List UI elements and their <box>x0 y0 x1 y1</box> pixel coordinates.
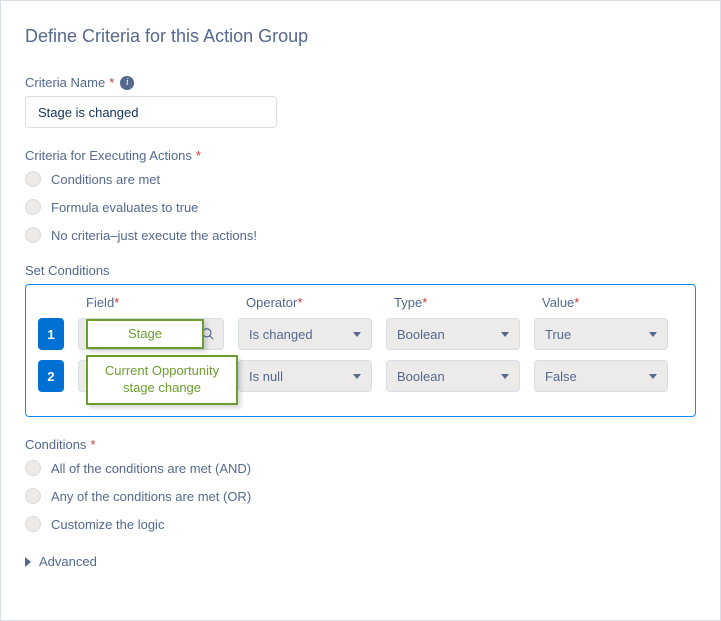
criteria-name-block: Criteria Name * i <box>25 75 696 128</box>
radio-icon <box>25 460 41 476</box>
chevron-down-icon <box>501 374 509 379</box>
chevron-right-icon <box>25 557 31 567</box>
executing-criteria-block: Criteria for Executing Actions * Conditi… <box>25 148 696 243</box>
conditions-logic-label: Conditions * <box>25 437 696 452</box>
chevron-down-icon <box>353 332 361 337</box>
info-icon[interactable]: i <box>120 76 134 90</box>
radio-icon <box>25 171 41 187</box>
col-type: Type* <box>394 295 528 310</box>
criteria-name-label-text: Criteria Name <box>25 75 105 90</box>
executing-criteria-options: Conditions are met Formula evaluates to … <box>25 171 696 243</box>
annotation-current-opportunity-text: Current Opportunity stage change <box>94 363 230 397</box>
operator-value: Is changed <box>249 327 313 342</box>
radio-icon <box>25 488 41 504</box>
col-operator-text: Operator <box>246 295 297 310</box>
operator-select[interactable]: Is null <box>238 360 372 392</box>
conditions-logic-options: All of the conditions are met (AND) Any … <box>25 460 696 532</box>
radio-conditions-met[interactable]: Conditions are met <box>25 171 696 187</box>
radio-icon <box>25 516 41 532</box>
type-select[interactable]: Boolean <box>386 318 520 350</box>
type-select[interactable]: Boolean <box>386 360 520 392</box>
radio-customize[interactable]: Customize the logic <box>25 516 696 532</box>
required-indicator: * <box>574 295 579 310</box>
radio-no-criteria[interactable]: No criteria–just execute the actions! <box>25 227 696 243</box>
required-indicator: * <box>196 148 201 163</box>
chevron-down-icon <box>649 374 657 379</box>
set-conditions-label: Set Conditions <box>25 263 696 278</box>
criteria-panel: Define Criteria for this Action Group Cr… <box>1 1 720 594</box>
panel-title: Define Criteria for this Action Group <box>25 26 696 47</box>
radio-label: No criteria–just execute the actions! <box>51 228 257 243</box>
advanced-label: Advanced <box>39 554 97 569</box>
radio-any-or[interactable]: Any of the conditions are met (OR) <box>25 488 696 504</box>
criteria-name-label: Criteria Name * i <box>25 75 696 90</box>
radio-icon <box>25 227 41 243</box>
value-select[interactable]: True <box>534 318 668 350</box>
set-conditions-block: Set Conditions Field* Operator* Type* Va… <box>25 263 696 417</box>
executing-criteria-label-text: Criteria for Executing Actions <box>25 148 192 163</box>
value-value: False <box>545 369 577 384</box>
executing-criteria-label: Criteria for Executing Actions * <box>25 148 696 163</box>
radio-label: All of the conditions are met (AND) <box>51 461 251 476</box>
operator-value: Is null <box>249 369 283 384</box>
criteria-name-input[interactable] <box>25 96 277 128</box>
required-indicator: * <box>109 75 114 90</box>
required-indicator: * <box>422 295 427 310</box>
radio-label: Conditions are met <box>51 172 160 187</box>
radio-label: Customize the logic <box>51 517 164 532</box>
chevron-down-icon <box>353 374 361 379</box>
required-indicator: * <box>114 295 119 310</box>
row-number: 1 <box>38 318 64 350</box>
annotation-current-opportunity: Current Opportunity stage change <box>86 355 238 405</box>
col-value-text: Value <box>542 295 574 310</box>
value-value: True <box>545 327 571 342</box>
operator-select[interactable]: Is changed <box>238 318 372 350</box>
col-field: Field* <box>86 295 232 310</box>
annotation-stage: Stage <box>86 319 204 349</box>
col-field-text: Field <box>86 295 114 310</box>
radio-label: Any of the conditions are met (OR) <box>51 489 251 504</box>
radio-label: Formula evaluates to true <box>51 200 198 215</box>
chevron-down-icon <box>501 332 509 337</box>
radio-all-and[interactable]: All of the conditions are met (AND) <box>25 460 696 476</box>
conditions-logic-label-text: Conditions <box>25 437 86 452</box>
value-select[interactable]: False <box>534 360 668 392</box>
type-value: Boolean <box>397 369 445 384</box>
col-type-text: Type <box>394 295 422 310</box>
radio-formula-true[interactable]: Formula evaluates to true <box>25 199 696 215</box>
col-value: Value* <box>542 295 676 310</box>
conditions-box: Field* Operator* Type* Value* 1 <box>25 284 696 417</box>
required-indicator: * <box>297 295 302 310</box>
advanced-toggle[interactable]: Advanced <box>25 554 696 569</box>
chevron-down-icon <box>649 332 657 337</box>
conditions-header: Field* Operator* Type* Value* <box>38 295 683 310</box>
required-indicator: * <box>90 437 95 452</box>
col-operator: Operator* <box>246 295 380 310</box>
conditions-logic-block: Conditions * All of the conditions are m… <box>25 437 696 532</box>
row-number: 2 <box>38 360 64 392</box>
radio-icon <box>25 199 41 215</box>
type-value: Boolean <box>397 327 445 342</box>
annotation-stage-text: Stage <box>128 326 162 343</box>
